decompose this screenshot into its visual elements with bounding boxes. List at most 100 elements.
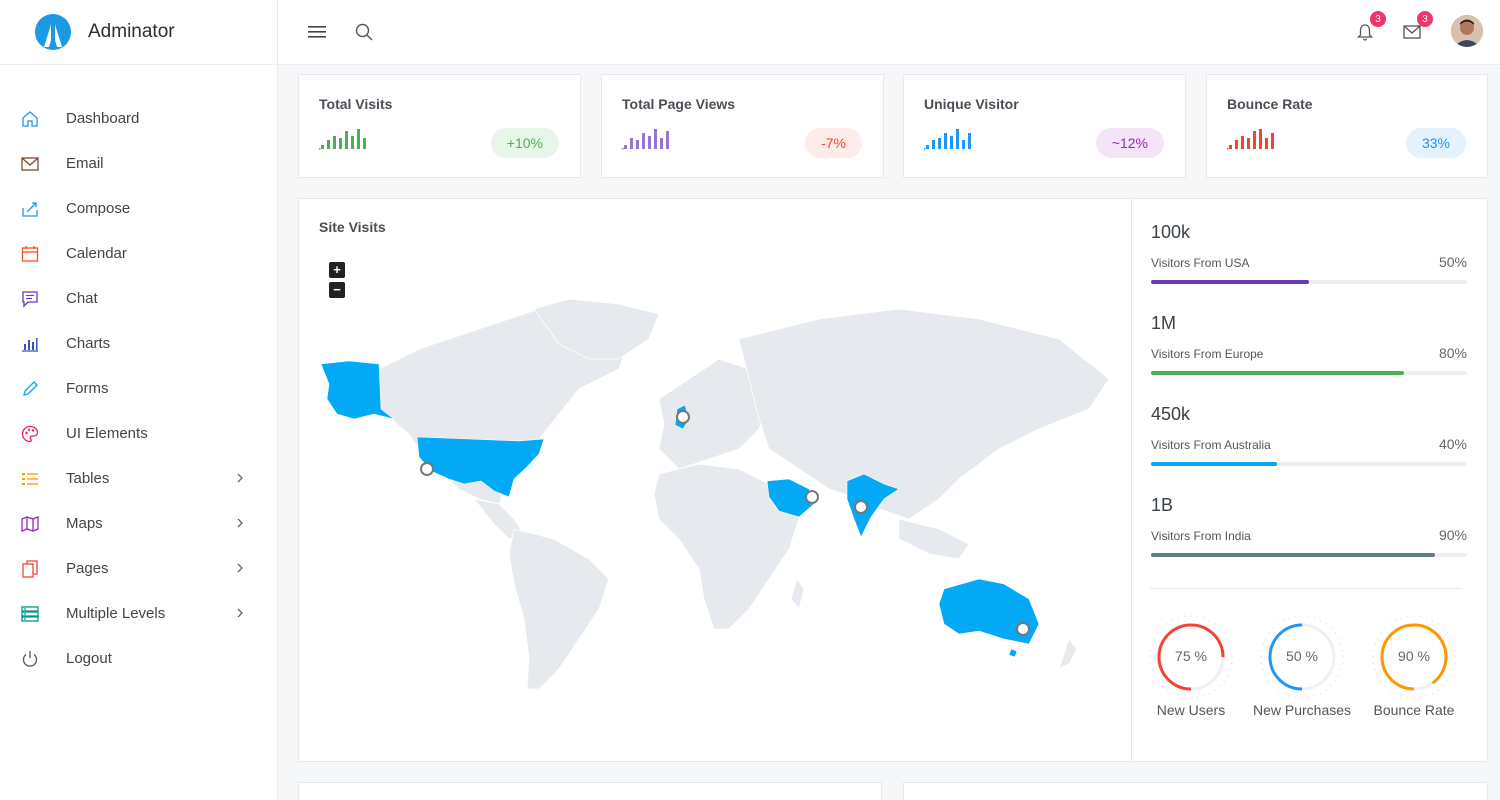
- sparkline: [924, 129, 971, 150]
- sidebar-item-charts[interactable]: Charts: [0, 321, 277, 366]
- map-country-australia: [938, 578, 1040, 645]
- sparkline-bar: [660, 138, 663, 149]
- bottom-right-card: [903, 782, 1488, 800]
- visitor-percent: 80%: [1438, 345, 1467, 361]
- sidebar-item-label: Calendar: [66, 245, 127, 262]
- stat-change-badge: ~12%: [1095, 128, 1164, 158]
- chevron-right-icon: [237, 608, 243, 618]
- sparkline-bar: [938, 138, 941, 149]
- sidebar-item-calendar[interactable]: Calendar: [0, 231, 277, 276]
- user-avatar[interactable]: [1451, 15, 1483, 47]
- brand[interactable]: Adminator: [0, 0, 277, 65]
- sparkline-bar: [327, 140, 330, 149]
- sparkline-bar: [1259, 129, 1262, 149]
- map-country-alaska: [320, 360, 395, 420]
- menu-toggle-icon[interactable]: [305, 20, 329, 44]
- notifications-button[interactable]: 3: [1353, 11, 1386, 44]
- stat-title: Bounce Rate: [1227, 96, 1313, 112]
- visitor-percent: 50%: [1438, 254, 1467, 270]
- map-zoom-in-button[interactable]: +: [329, 262, 345, 278]
- gauge-value: 90 %: [1398, 648, 1430, 664]
- gauge-value: 50 %: [1286, 648, 1318, 664]
- map-region-south-america: [508, 528, 610, 690]
- visitor-progress-fill: [1151, 371, 1404, 375]
- visitor-stat-row: 1M Visitors From Europe 80%: [1151, 313, 1467, 379]
- stat-change-badge: -7%: [805, 128, 862, 158]
- visitor-progress-fill: [1151, 462, 1278, 466]
- sparkline-bar: [1241, 136, 1244, 149]
- visitor-progress-fill: [1151, 553, 1436, 557]
- gauge-new-purchases: 50 % New Purchases: [1253, 612, 1351, 722]
- list-icon: [20, 469, 40, 489]
- sparkline-bar: [648, 136, 651, 149]
- compose-icon: [20, 199, 40, 219]
- messages-badge: 3: [1417, 11, 1433, 27]
- visitor-progress-track: [1151, 462, 1467, 466]
- visitor-stat-row: 1B Visitors From India 90%: [1151, 495, 1467, 561]
- notifications-badge: 3: [1370, 11, 1386, 27]
- gauge-value: 75 %: [1175, 648, 1207, 664]
- sparkline-bar: [1235, 140, 1238, 149]
- sparkline-bar: [345, 131, 348, 149]
- sidebar-item-compose[interactable]: Compose: [0, 186, 277, 231]
- sparkline-bar: [1247, 138, 1250, 149]
- sparkline-baseline-dot: [1227, 148, 1229, 150]
- brand-name: Adminator: [88, 21, 175, 42]
- sparkline-bar: [666, 131, 669, 149]
- sidebar-item-forms[interactable]: Forms: [0, 366, 277, 411]
- map-zoom-out-button[interactable]: −: [329, 282, 345, 298]
- stat-card-total-visits: Total Visits +10%: [298, 74, 581, 178]
- sidebar-item-label: Maps: [66, 515, 103, 532]
- sidebar-item-pages[interactable]: Pages: [0, 546, 277, 591]
- sparkline-bar: [351, 136, 354, 149]
- sparkline-baseline-dot: [924, 148, 926, 150]
- visitor-progress-track: [1151, 553, 1467, 557]
- messages-button[interactable]: 3: [1400, 11, 1433, 44]
- sidebar-item-logout[interactable]: Logout: [0, 636, 277, 681]
- adminator-logo-icon: [35, 14, 71, 50]
- visitor-progress-track: [1151, 280, 1467, 284]
- sidebar-item-chat[interactable]: Chat: [0, 276, 277, 321]
- sparkline-baseline-dot: [319, 148, 321, 150]
- pencil-icon: [20, 379, 40, 399]
- map-marker-australia: [1016, 622, 1030, 636]
- chat-icon: [20, 289, 40, 309]
- sidebar-item-dashboard[interactable]: Dashboard: [0, 96, 277, 141]
- sidebar-item-multiple-levels[interactable]: Multiple Levels: [0, 591, 277, 636]
- bell-icon: [1356, 24, 1374, 41]
- sidebar-item-maps[interactable]: Maps: [0, 501, 277, 546]
- visitor-progress-fill: [1151, 280, 1309, 284]
- sparkline-bar: [654, 129, 657, 149]
- calendar-icon: [20, 244, 40, 264]
- sparkline-bar: [950, 136, 953, 149]
- map-region-greenland: [533, 298, 660, 360]
- sparkline-bar: [944, 133, 947, 149]
- sidebar-item-label: Forms: [66, 380, 109, 397]
- sparkline-bar: [968, 133, 971, 149]
- visitor-count: 1M: [1151, 313, 1177, 333]
- power-icon: [20, 649, 40, 669]
- visitor-count: 450k: [1151, 404, 1191, 424]
- sidebar-item-ui-elements[interactable]: UI Elements: [0, 411, 277, 456]
- sidebar-item-label: Dashboard: [66, 110, 140, 127]
- sparkline-baseline-dot: [622, 148, 624, 150]
- sidebar-item-email[interactable]: Email: [0, 141, 277, 186]
- sparkline-bar: [339, 138, 342, 149]
- stat-change-badge: 33%: [1405, 128, 1466, 158]
- sparkline-bar: [642, 133, 645, 149]
- map-region-new-zealand: [1058, 638, 1078, 670]
- sidebar-item-tables[interactable]: Tables: [0, 456, 277, 501]
- world-map[interactable]: [299, 199, 1133, 763]
- visitor-percent: 90%: [1438, 527, 1467, 543]
- visitor-count: 1B: [1151, 495, 1174, 515]
- map-region-north-america: [378, 308, 630, 505]
- search-icon[interactable]: [352, 20, 376, 44]
- sparkline-bar: [932, 140, 935, 149]
- sparkline: [1227, 129, 1274, 150]
- map-icon: [20, 514, 40, 534]
- site-visits-card: Site Visits + −: [298, 198, 1132, 762]
- home-icon: [20, 109, 40, 129]
- sidebar-item-label: Charts: [66, 335, 111, 352]
- chevron-right-icon: [237, 518, 243, 528]
- bottom-left-card: [298, 782, 882, 800]
